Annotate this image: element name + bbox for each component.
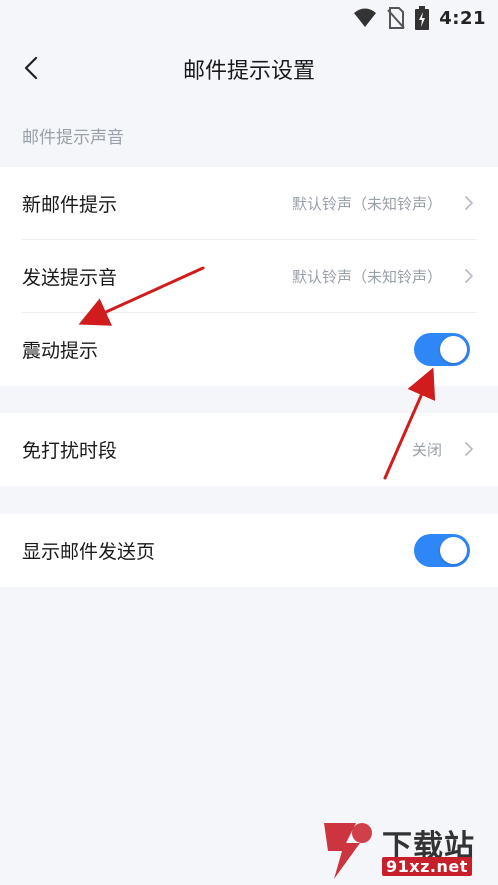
show-send-page-row: 显示邮件发送页 bbox=[0, 514, 498, 587]
status-icons: 4:21 bbox=[353, 6, 486, 30]
row-label: 显示邮件发送页 bbox=[22, 541, 156, 563]
show-send-page-toggle[interactable] bbox=[414, 534, 470, 567]
wifi-icon bbox=[354, 8, 377, 27]
toggle-knob bbox=[440, 336, 467, 363]
header: 邮件提示设置 bbox=[0, 36, 498, 100]
vibrate-alert-row: 震动提示 bbox=[0, 313, 498, 386]
no-sim-icon bbox=[387, 7, 405, 29]
do-not-disturb-row[interactable]: 免打扰时段 关闭 bbox=[0, 413, 498, 486]
do-not-disturb-group: 免打扰时段 关闭 bbox=[0, 413, 498, 486]
row-value: 默认铃声（未知铃声） bbox=[291, 195, 442, 213]
watermark-url: 91xz.net bbox=[382, 857, 472, 876]
chevron-right-icon bbox=[465, 269, 473, 283]
row-value: 默认铃声（未知铃声） bbox=[291, 268, 442, 286]
status-time: 4:21 bbox=[439, 7, 486, 29]
send-page-group: 显示邮件发送页 bbox=[0, 514, 498, 587]
send-sound-row[interactable]: 发送提示音 默认铃声（未知铃声） bbox=[0, 240, 498, 313]
new-mail-alert-row[interactable]: 新邮件提示 默认铃声（未知铃声） bbox=[0, 167, 498, 240]
toggle-knob bbox=[440, 537, 467, 564]
watermark: 下载站 91xz.net bbox=[316, 819, 492, 881]
section-label: 邮件提示声音 bbox=[22, 128, 124, 148]
chevron-right-icon bbox=[465, 442, 473, 456]
page-title: 邮件提示设置 bbox=[182, 59, 315, 84]
settings-screen: 4:21 邮件提示设置 邮件提示声音 新邮件提示 默认铃声（未知铃声） 发送提示… bbox=[0, 0, 498, 885]
battery-charging-icon bbox=[415, 6, 430, 30]
watermark-logo-icon bbox=[324, 823, 372, 879]
row-label: 发送提示音 bbox=[22, 267, 118, 289]
row-label: 免打扰时段 bbox=[22, 440, 118, 462]
row-label: 新邮件提示 bbox=[22, 194, 118, 216]
chevron-right-icon bbox=[465, 196, 473, 210]
status-bar: 4:21 bbox=[0, 0, 498, 36]
row-value: 关闭 bbox=[411, 441, 442, 459]
vibrate-toggle[interactable] bbox=[414, 333, 470, 366]
row-label: 震动提示 bbox=[22, 340, 99, 362]
sound-settings-group: 新邮件提示 默认铃声（未知铃声） 发送提示音 默认铃声（未知铃声） 震动提示 bbox=[0, 167, 498, 386]
